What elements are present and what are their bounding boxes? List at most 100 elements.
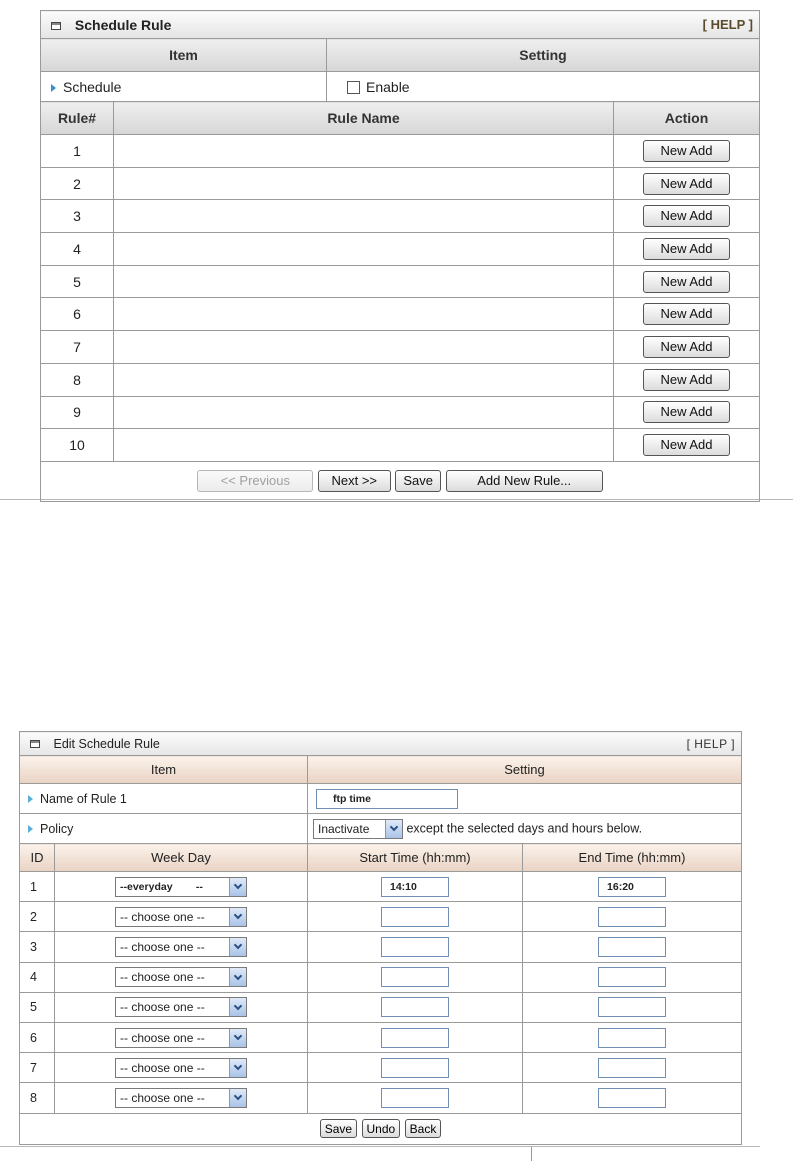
end-time-input[interactable]: [598, 997, 667, 1018]
page-separator-bottom: [0, 1146, 760, 1147]
new-add-button[interactable]: New Add: [643, 237, 730, 260]
week-day-value: --everyday --: [120, 880, 203, 893]
chevron-down-icon[interactable]: [229, 1088, 246, 1107]
new-add-button[interactable]: New Add: [643, 172, 730, 195]
week-day-value: -- choose one --: [120, 1090, 205, 1105]
policy-select[interactable]: Inactivate: [313, 818, 403, 839]
end-time-input[interactable]: [598, 906, 667, 927]
week-day-value: -- choose one --: [120, 970, 205, 985]
end-time-input[interactable]: 16:20: [598, 876, 667, 897]
end-time-cell: [521, 901, 743, 933]
start-time-input[interactable]: [381, 967, 449, 988]
schedule-label: Schedule: [63, 78, 122, 95]
chevron-down-icon[interactable]: [229, 907, 246, 926]
action-cell: New Add: [613, 199, 760, 234]
new-add-button[interactable]: New Add: [643, 303, 730, 326]
chevron-down-icon[interactable]: [229, 968, 246, 987]
new-add-button[interactable]: New Add: [643, 205, 730, 228]
start-time-input[interactable]: [381, 936, 449, 957]
start-time-input[interactable]: 14:10: [381, 876, 449, 897]
week-day-select[interactable]: -- choose one --: [115, 967, 247, 988]
new-add-button[interactable]: New Add: [643, 434, 730, 457]
start-time-cell: 14:10: [307, 870, 523, 903]
end-time-cell: [521, 1021, 743, 1054]
start-time-input[interactable]: [381, 1057, 449, 1078]
new-add-button[interactable]: New Add: [643, 270, 730, 293]
enable-label: Enable: [366, 78, 410, 95]
row-id: 2: [19, 901, 55, 933]
table-row: 1 --everyday -- 14:10 16:20: [19, 870, 743, 903]
rule-name-input[interactable]: ftp time: [316, 788, 458, 809]
week-day-select[interactable]: -- choose one --: [115, 936, 247, 957]
row-id: 1: [19, 870, 55, 903]
start-time-input[interactable]: [381, 1027, 449, 1048]
start-time-input[interactable]: [381, 906, 449, 927]
panel-title-bar: Edit Schedule Rule [ HELP ]: [18, 731, 743, 756]
save-button[interactable]: Save: [395, 470, 442, 493]
new-add-button[interactable]: New Add: [643, 368, 730, 391]
row-id: 5: [19, 991, 55, 1023]
week-day-select[interactable]: -- choose one --: [115, 1057, 247, 1078]
table-row: 4 New Add: [40, 232, 760, 266]
save-button[interactable]: Save: [319, 1119, 358, 1138]
week-day-value: -- choose one --: [120, 1060, 205, 1075]
undo-button[interactable]: Undo: [361, 1119, 401, 1138]
start-time-input[interactable]: [381, 1087, 449, 1108]
add-new-rule-button[interactable]: Add New Rule...: [445, 470, 603, 493]
end-time-input[interactable]: [598, 1057, 667, 1078]
rule-name: [113, 428, 614, 462]
new-add-button[interactable]: New Add: [643, 139, 730, 162]
table-row: 8 -- choose one --: [19, 1082, 743, 1114]
week-day-select[interactable]: -- choose one --: [115, 997, 247, 1018]
action-cell: New Add: [613, 297, 760, 332]
week-day-select[interactable]: --everyday --: [115, 876, 247, 897]
rule-number: 2: [40, 166, 114, 201]
action-cell: New Add: [613, 395, 760, 430]
new-add-button[interactable]: New Add: [643, 401, 730, 424]
new-add-button[interactable]: New Add: [643, 335, 730, 358]
chevron-down-icon[interactable]: [229, 937, 246, 956]
start-time-cell: [307, 1052, 523, 1084]
table-row: 6 New Add: [40, 297, 760, 332]
end-time-input[interactable]: [598, 936, 667, 957]
start-time-cell: [307, 991, 523, 1023]
table-row: 7 -- choose one --: [19, 1052, 743, 1084]
rule-number: 7: [40, 330, 114, 364]
week-day-select[interactable]: -- choose one --: [115, 1087, 247, 1108]
rule-number: 3: [40, 199, 114, 234]
panel-title: Schedule Rule: [74, 16, 172, 33]
end-time-input[interactable]: [598, 1027, 667, 1048]
table-row: 3 -- choose one --: [19, 931, 743, 963]
schedule-rule-panel: Schedule Rule [ HELP ] Item Setting Sche…: [40, 10, 760, 502]
col-header-rule-num: Rule#: [40, 101, 114, 135]
week-day-value: -- choose one --: [120, 909, 205, 924]
week-day-select[interactable]: -- choose one --: [115, 1027, 247, 1048]
rule-name-label-cell: Name of Rule 1: [19, 783, 308, 814]
end-time-input[interactable]: [598, 967, 667, 988]
action-cell: New Add: [613, 134, 760, 168]
start-time-cell: [307, 901, 523, 933]
chevron-down-icon[interactable]: [385, 819, 402, 838]
chevron-down-icon[interactable]: [229, 1058, 246, 1077]
col-header-setting: Setting: [326, 38, 760, 72]
chevron-down-icon[interactable]: [229, 877, 246, 896]
help-link[interactable]: [ HELP ]: [687, 737, 735, 751]
schedule-setting-cell: Enable: [326, 71, 760, 102]
enable-checkbox[interactable]: [347, 81, 360, 95]
rule-name: [113, 134, 614, 168]
next-button[interactable]: Next >>: [317, 470, 391, 493]
week-day-select[interactable]: -- choose one --: [115, 906, 247, 927]
week-day-cell: -- choose one --: [54, 961, 308, 993]
previous-button[interactable]: << Previous: [197, 470, 314, 493]
start-time-input[interactable]: [381, 997, 449, 1018]
schedule-label-cell: Schedule: [40, 71, 327, 102]
back-button[interactable]: Back: [404, 1119, 442, 1138]
help-link[interactable]: [ HELP ]: [703, 17, 753, 32]
end-time-input[interactable]: [598, 1087, 667, 1108]
chevron-down-icon[interactable]: [229, 1028, 246, 1047]
table-row: 10 New Add: [40, 428, 760, 462]
row-id: 8: [19, 1082, 55, 1114]
chevron-down-icon[interactable]: [229, 998, 246, 1017]
end-time-cell: [521, 931, 743, 963]
end-time-cell: [521, 1082, 743, 1114]
